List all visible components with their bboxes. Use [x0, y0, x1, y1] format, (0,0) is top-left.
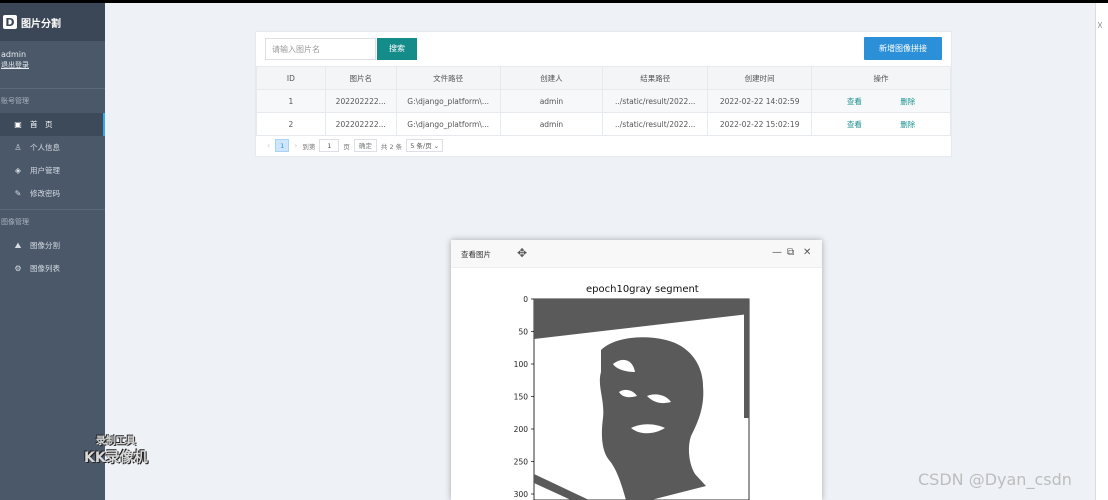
cell-result: ../static/result/2022...: [602, 89, 709, 113]
pagination: ‹ 1 › 到第 1 页 确定 共 2 条 5 条/页 ⌄: [262, 139, 444, 152]
sidebar-item-label: 图像分割: [30, 241, 60, 250]
cell-result: ../static/result/2022...: [602, 112, 709, 136]
cell-id: 1: [256, 89, 326, 113]
col-header: 操作: [811, 66, 951, 90]
move-icon[interactable]: ✥: [517, 246, 527, 260]
user-name: admin: [1, 50, 27, 59]
sidebar-item-home[interactable]: ▣ 首 页: [0, 113, 105, 136]
app-header: D 图片分割: [0, 3, 105, 41]
col-header[interactable]: ID: [256, 66, 326, 90]
page-size-value: 5 条/页: [410, 142, 432, 150]
cell-creator: admin: [499, 89, 604, 113]
sidebar-item-users[interactable]: ◈ 用户管理: [0, 159, 105, 182]
y-tick-label: 0: [523, 295, 528, 304]
y-tick-label: 50: [518, 328, 528, 337]
prev-page-icon[interactable]: ‹: [267, 141, 270, 150]
table-header-row: ID 图片名 文件路径 创建人 结果路径 创建时间 操作: [256, 66, 951, 90]
sidebar-item-segment[interactable]: ⛰ 图像分割: [0, 234, 105, 257]
goto-page-input[interactable]: 1: [319, 139, 340, 152]
sidebar-item-label: 用户管理: [30, 166, 60, 175]
sidebar-item-password[interactable]: ✎ 修改密码: [0, 182, 105, 205]
user-icon: ♙: [14, 143, 22, 152]
close-icon[interactable]: ✕: [803, 247, 811, 258]
cell-actions: 查看 删除: [811, 112, 951, 136]
col-header[interactable]: 结果路径: [602, 66, 709, 90]
goto-confirm-button[interactable]: 确定: [353, 139, 377, 152]
recorder-watermark: 录制工具 KK录像机: [84, 432, 148, 467]
image-table-panel: 请输入图片名 搜索 新增图像拼接 ID 图片名 文件路径 创建人 结果路径 创建…: [255, 31, 952, 157]
segment-region-right: [744, 314, 749, 418]
minimize-icon[interactable]: —: [772, 247, 782, 258]
col-header[interactable]: 创建人: [499, 66, 604, 90]
section-title-account: 账号管理: [1, 97, 29, 105]
image-table: ID 图片名 文件路径 创建人 结果路径 创建时间 操作 1 202202222…: [256, 66, 951, 136]
goto-label: 到第: [302, 142, 316, 151]
col-header[interactable]: 文件路径: [395, 66, 501, 90]
col-header[interactable]: 创建时间: [707, 66, 813, 90]
watermark-line2: KK录像机: [84, 450, 148, 466]
maximize-icon[interactable]: ⧉: [787, 247, 794, 258]
total-count: 共 2 条: [380, 142, 403, 151]
cell-time: 2022-02-22 14:02:59: [707, 89, 813, 113]
delete-link[interactable]: 删除: [900, 120, 915, 129]
user-block: admin 退出登录: [0, 41, 105, 89]
view-link[interactable]: 查看: [847, 120, 862, 129]
delete-link[interactable]: 删除: [900, 97, 915, 106]
sidebar-item-profile[interactable]: ♙ 个人信息: [0, 136, 105, 159]
cell-creator: admin: [499, 112, 604, 136]
next-page-icon[interactable]: ›: [294, 141, 297, 150]
cell-id: 2: [256, 112, 326, 136]
cell-name: 202202222...: [324, 89, 397, 113]
gear-icon: ⚙: [14, 264, 22, 273]
section-title-images: 图像管理: [1, 218, 29, 226]
view-image-dialog: 查看图片 ✥ — ⧉ ✕ epoch10gray segment 0 50 10…: [451, 240, 822, 500]
dialog-header[interactable]: 查看图片 ✥ — ⧉ ✕: [451, 240, 822, 268]
search-button[interactable]: 搜索: [377, 38, 417, 60]
cell-path: G:\django_platform\...: [395, 89, 501, 113]
y-tick-label: 300: [514, 490, 529, 499]
cell-name: 202202222...: [324, 112, 397, 136]
layers-icon: ◈: [14, 166, 22, 175]
y-tick-label: 150: [514, 393, 529, 402]
image-seg-icon: ⛰: [14, 240, 22, 250]
dialog-title: 查看图片: [461, 250, 491, 259]
sidebar-item-label: 修改密码: [30, 189, 60, 198]
pen-icon: ✎: [14, 189, 22, 198]
sidebar: D 图片分割 admin 退出登录 账号管理 ▣ 首 页 ♙ 个人信息 ◈ 用户…: [0, 3, 105, 500]
table-row: 2 202202222... G:\django_platform\... ad…: [256, 112, 951, 136]
y-tick-label: 200: [514, 425, 529, 434]
sidebar-item-label: 图像列表: [30, 264, 60, 273]
page-number[interactable]: 1: [275, 139, 290, 152]
app-title: 图片分割: [21, 18, 61, 30]
cell-path: G:\django_platform\...: [395, 112, 501, 136]
cell-time: 2022-02-22 15:02:19: [707, 112, 813, 136]
y-tick-label: 100: [514, 360, 529, 369]
search-input[interactable]: 请输入图片名: [265, 38, 376, 60]
y-tick-label: 250: [514, 458, 529, 467]
add-stitch-button[interactable]: 新增图像拼接: [864, 37, 942, 60]
sidebar-item-label: 个人信息: [30, 143, 60, 152]
col-header[interactable]: 图片名: [324, 66, 397, 90]
sidebar-item-label: 首 页: [30, 120, 53, 129]
y-axis: 0 50 100 150 200 250 300: [514, 295, 534, 499]
dashboard-icon: ▣: [14, 120, 22, 129]
segment-plot: 0 50 100 150 200 250 300: [514, 295, 750, 500]
page-size-select[interactable]: 5 条/页 ⌄: [406, 139, 444, 152]
view-link[interactable]: 查看: [847, 97, 862, 106]
sidebar-item-image-list[interactable]: ⚙ 图像列表: [0, 257, 105, 280]
watermark-line1: 录制工具: [95, 436, 136, 447]
page-unit: 页: [343, 142, 350, 151]
csdn-watermark: CSDN @Dyan_csdn: [918, 470, 1072, 489]
app-logo: D: [3, 15, 17, 29]
browser-scroll-edge: ☓: [1095, 3, 1108, 500]
logout-link[interactable]: 退出登录: [1, 60, 29, 70]
table-row: 1 202202222... G:\django_platform\... ad…: [256, 89, 951, 113]
cell-actions: 查看 删除: [811, 89, 951, 113]
close-icon[interactable]: ☓: [1097, 19, 1103, 32]
